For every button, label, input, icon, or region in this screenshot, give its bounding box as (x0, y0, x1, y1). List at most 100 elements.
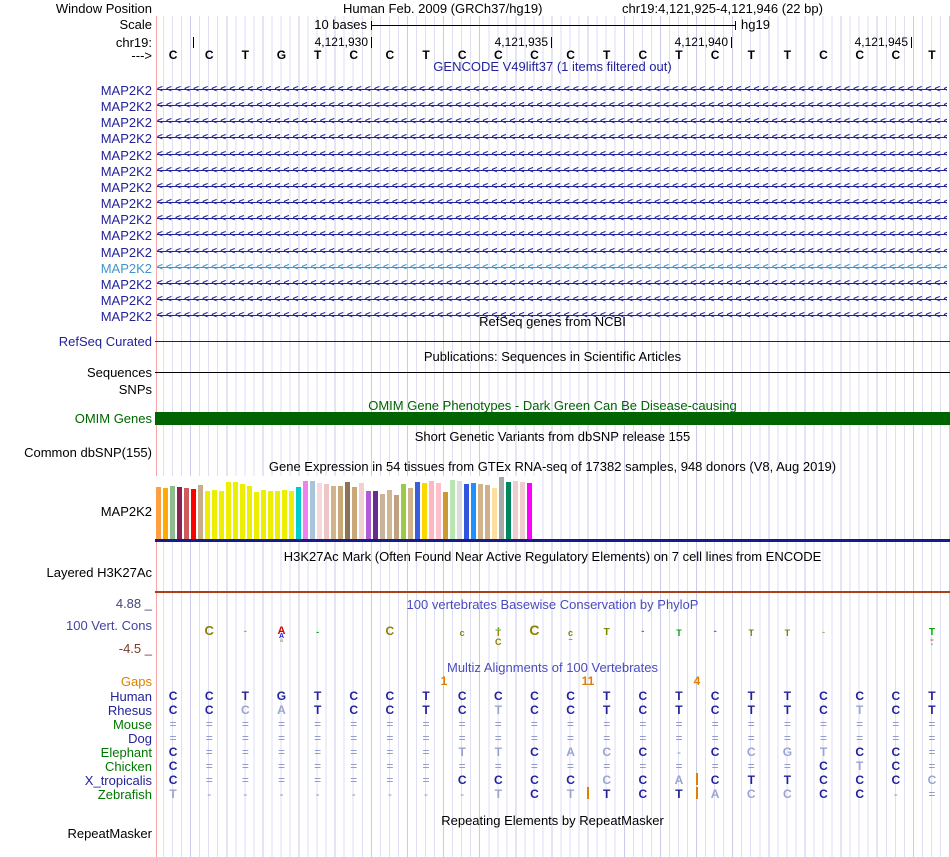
gene-label-map2k2[interactable]: MAP2K2 (101, 116, 152, 129)
alignment-base: = (892, 717, 900, 731)
species-label-rhesus[interactable]: Rhesus (108, 704, 152, 717)
sequences-track-line[interactable] (155, 372, 950, 373)
h3k27ac-baseline[interactable] (155, 591, 950, 593)
gene-label-map2k2[interactable]: MAP2K2 (101, 181, 152, 194)
species-label-mouse[interactable]: Mouse (113, 718, 152, 731)
alignment-base: C (457, 689, 467, 703)
ruler-tick (731, 37, 732, 48)
left-label-gaps[interactable]: Gaps (121, 675, 152, 688)
gene-label-map2k2[interactable]: MAP2K2 (101, 197, 152, 210)
gtex-baseline[interactable] (155, 539, 950, 542)
gene-transcript-row[interactable]: <<<<<<<<<<<<<<<<<<<<<<<<<<<<<<<<<<<<<<<<… (157, 180, 947, 193)
alignment-base: C (855, 787, 864, 801)
alignment-base: = (783, 717, 791, 731)
conservation-glyph: C (529, 622, 540, 638)
gtex-bar (394, 495, 399, 539)
left-label-direction[interactable]: ---> (131, 49, 152, 62)
left-label-refseq-curated[interactable]: RefSeq Curated (59, 335, 152, 348)
species-label-chicken[interactable]: Chicken (105, 760, 152, 773)
left-label-omim-genes[interactable]: OMIM Genes (75, 412, 152, 425)
alignment-base: = (675, 759, 683, 773)
alignment-base: - (387, 787, 392, 801)
gene-transcript-row[interactable]: <<<<<<<<<<<<<<<<<<<<<<<<<<<<<<<<<<<<<<<<… (157, 212, 947, 225)
base-letter: T (928, 48, 936, 62)
gene-transcript-row[interactable]: <<<<<<<<<<<<<<<<<<<<<<<<<<<<<<<<<<<<<<<<… (157, 293, 947, 306)
gtex-bar (359, 483, 364, 539)
alignment-base: T (783, 689, 792, 703)
left-label-gtex-gene[interactable]: MAP2K2 (101, 505, 152, 518)
gene-transcript-row[interactable]: <<<<<<<<<<<<<<<<<<<<<<<<<<<<<<<<<<<<<<<<… (157, 261, 947, 274)
gene-label-map2k2[interactable]: MAP2K2 (101, 84, 152, 97)
gene-transcript-row[interactable]: <<<<<<<<<<<<<<<<<<<<<<<<<<<<<<<<<<<<<<<<… (157, 99, 947, 112)
alignment-base: = (820, 731, 828, 745)
alignment-base: T (855, 703, 864, 717)
alignment-base: = (567, 717, 575, 731)
left-label-common-dbsnp[interactable]: Common dbSNP(155) (24, 446, 152, 459)
gene-label-map2k2[interactable]: MAP2K2 (101, 229, 152, 242)
alignment-base: = (747, 731, 755, 745)
alignment-base: - (893, 787, 898, 801)
left-label-layered-h3k27ac[interactable]: Layered H3K27Ac (46, 566, 152, 579)
gene-transcript-row[interactable]: <<<<<<<<<<<<<<<<<<<<<<<<<<<<<<<<<<<<<<<<… (157, 309, 947, 322)
gene-label-map2k2[interactable]: MAP2K2 (101, 246, 152, 259)
alignment-base: C (891, 773, 901, 787)
gene-transcript-row[interactable]: <<<<<<<<<<<<<<<<<<<<<<<<<<<<<<<<<<<<<<<<… (157, 148, 947, 161)
left-label-cons-min[interactable]: -4.5 _ (119, 642, 152, 655)
gene-transcript-row[interactable]: <<<<<<<<<<<<<<<<<<<<<<<<<<<<<<<<<<<<<<<<… (157, 115, 947, 128)
gtex-bar (303, 481, 308, 539)
gtex-bar (485, 485, 490, 539)
left-label-scale[interactable]: Scale (119, 18, 152, 31)
gene-transcript-row[interactable]: <<<<<<<<<<<<<<<<<<<<<<<<<<<<<<<<<<<<<<<<… (157, 83, 947, 96)
alignment-base: T (747, 703, 755, 717)
alignment-base: - (424, 787, 429, 801)
alignment-base: = (422, 759, 430, 773)
gene-label-map2k2[interactable]: MAP2K2 (101, 165, 152, 178)
gene-transcript-row[interactable]: <<<<<<<<<<<<<<<<<<<<<<<<<<<<<<<<<<<<<<<<… (157, 131, 947, 144)
alignment-base: = (314, 717, 322, 731)
gene-label-map2k2[interactable]: MAP2K2 (101, 100, 152, 113)
left-label-cons-max[interactable]: 4.88 _ (116, 597, 152, 610)
base-letter: C (204, 48, 214, 62)
base-letter: T (675, 48, 683, 62)
species-label-human[interactable]: Human (110, 690, 152, 703)
gtex-bar (212, 490, 217, 539)
ruler-number: 4,121,930 (314, 35, 368, 49)
gene-transcript-row[interactable]: <<<<<<<<<<<<<<<<<<<<<<<<<<<<<<<<<<<<<<<<… (157, 245, 947, 258)
refseq-curated-track-line[interactable] (155, 341, 950, 342)
alignment-base: = (928, 731, 936, 745)
gene-transcript-row[interactable]: <<<<<<<<<<<<<<<<<<<<<<<<<<<<<<<<<<<<<<<<… (157, 277, 947, 290)
alignment-base: C (638, 689, 648, 703)
alignment-base: = (314, 759, 322, 773)
gene-label-map2k2[interactable]: MAP2K2 (101, 213, 152, 226)
species-label-x_tropicalis[interactable]: X_tropicalis (85, 774, 152, 787)
gtex-bar (261, 490, 266, 539)
gene-label-map2k2[interactable]: MAP2K2 (101, 132, 152, 145)
base-letter: C (168, 48, 178, 62)
left-label-window-position[interactable]: Window Position (56, 2, 152, 15)
alignment-base: = (928, 759, 936, 773)
gene-direction-arrows: <<<<<<<<<<<<<<<<<<<<<<<<<<<<<<<<<<<<<<<<… (157, 180, 947, 192)
gene-transcript-row[interactable]: <<<<<<<<<<<<<<<<<<<<<<<<<<<<<<<<<<<<<<<<… (157, 228, 947, 241)
omim-gene-bar[interactable] (155, 412, 950, 425)
species-label-zebrafish[interactable]: Zebrafish (98, 788, 152, 801)
left-label-snps[interactable]: SNPs (119, 383, 152, 396)
track-title-multiz: Multiz Alignments of 100 Vertebrates (446, 660, 658, 675)
alignment-base: = (169, 731, 177, 745)
gene-label-map2k2[interactable]: MAP2K2 (101, 278, 152, 291)
gene-label-map2k2[interactable]: MAP2K2 (101, 149, 152, 162)
species-label-elephant[interactable]: Elephant (101, 746, 152, 759)
left-label-repeatmasker-label[interactable]: RepeatMasker (67, 827, 152, 840)
conservation-glyph: C (204, 623, 214, 638)
gtex-bar (380, 494, 385, 539)
gene-transcript-row[interactable]: <<<<<<<<<<<<<<<<<<<<<<<<<<<<<<<<<<<<<<<<… (157, 164, 947, 177)
alignment-base: C (530, 787, 539, 801)
gtex-bar (296, 487, 301, 539)
species-label-dog[interactable]: Dog (128, 732, 152, 745)
gene-label-map2k2[interactable]: MAP2K2 (101, 310, 152, 323)
left-label-sequences[interactable]: Sequences (87, 366, 152, 379)
gene-label-map2k2[interactable]: MAP2K2 (101, 262, 152, 275)
gene-transcript-row[interactable]: <<<<<<<<<<<<<<<<<<<<<<<<<<<<<<<<<<<<<<<<… (157, 196, 947, 209)
left-label-cons-label[interactable]: 100 Vert. Cons (66, 619, 152, 632)
insert-tick (696, 773, 698, 785)
gene-label-map2k2[interactable]: MAP2K2 (101, 294, 152, 307)
